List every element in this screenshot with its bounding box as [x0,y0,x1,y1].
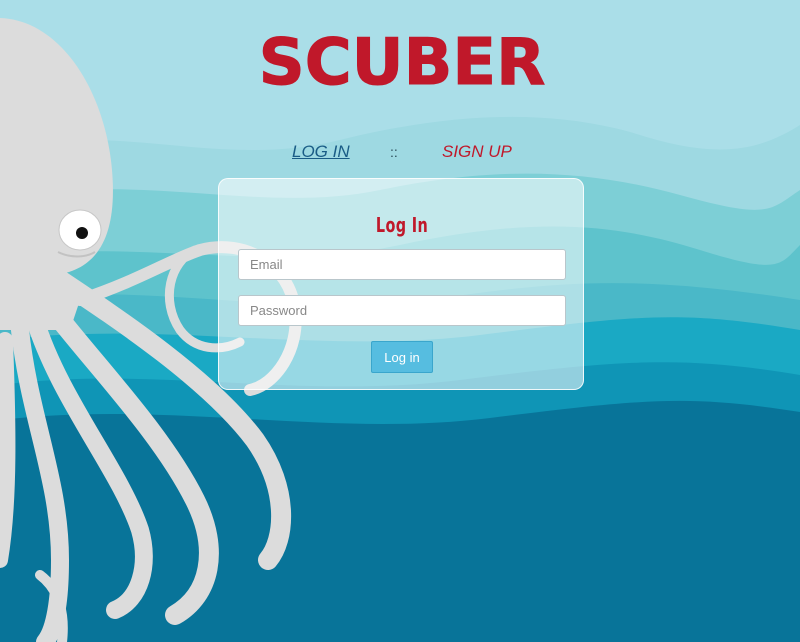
nav-separator: :: [390,144,398,160]
login-page: SCUBER LOG IN :: SIGN UP Log In Log in [0,0,800,642]
brand-logo-text: SCUBER [259,26,546,98]
nav-login-link[interactable]: LOG IN [292,142,350,162]
password-field[interactable] [238,295,566,326]
brand-logo: SCUBER [258,26,546,99]
email-field[interactable] [238,249,566,280]
login-submit-button[interactable]: Log in [371,341,433,373]
login-form-panel: Log In Log in [218,178,584,390]
nav-signup-link[interactable]: SIGN UP [442,142,512,162]
login-form-title: Log In [375,213,429,237]
auth-nav: LOG IN :: SIGN UP [0,140,800,164]
